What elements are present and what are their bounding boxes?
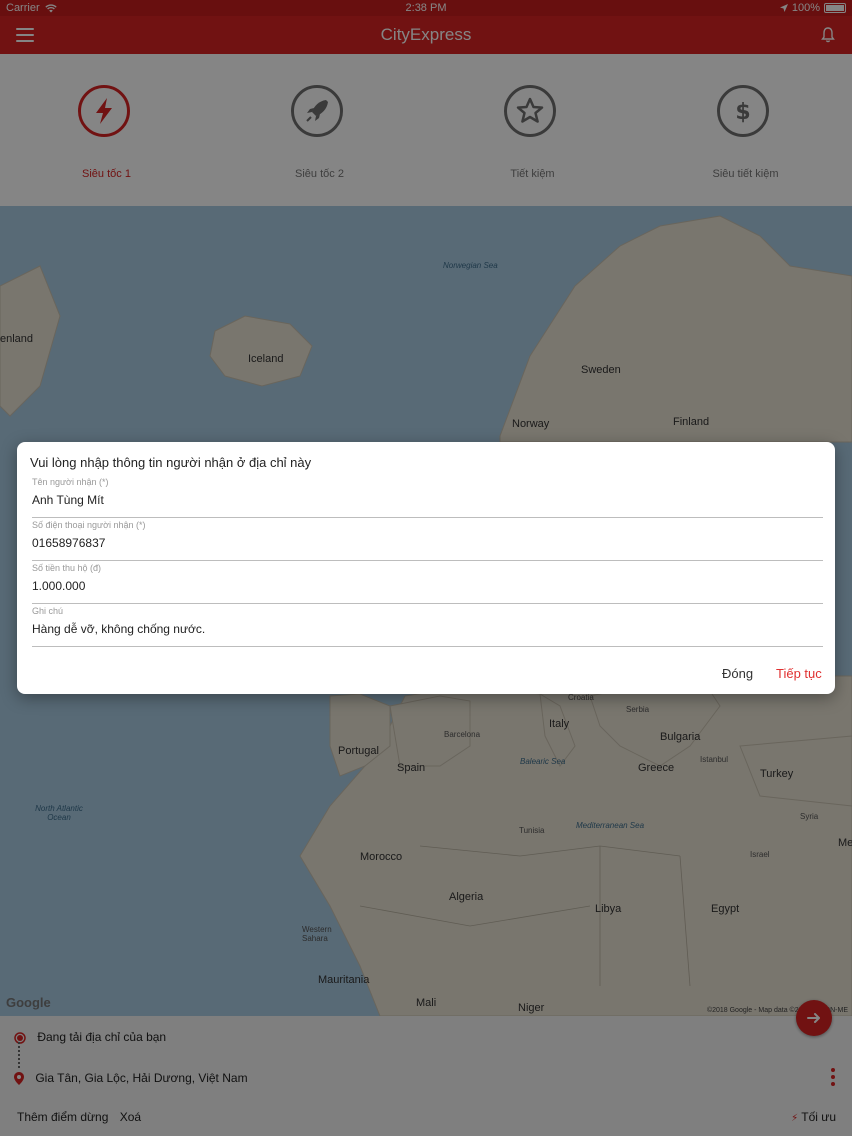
field-label: Số tiền thu hộ (đ) xyxy=(32,563,102,573)
close-button[interactable]: Đóng xyxy=(722,666,753,681)
field-underline xyxy=(32,517,823,518)
recipient-phone-field[interactable]: Số điện thoại người nhận (*) 01658976837 xyxy=(32,520,823,561)
field-label: Ghi chú xyxy=(32,606,64,616)
recipient-phone-input[interactable]: 01658976837 xyxy=(32,536,823,552)
field-label: Số điện thoại người nhận (*) xyxy=(32,520,146,530)
field-underline xyxy=(32,646,823,647)
cod-amount-input[interactable]: 1.000.000 xyxy=(32,579,823,595)
recipient-name-field[interactable]: Tên người nhận (*) Anh Tùng Mít xyxy=(32,477,823,518)
recipient-info-dialog: Vui lòng nhập thông tin người nhận ở địa… xyxy=(17,442,835,694)
recipient-name-input[interactable]: Anh Tùng Mít xyxy=(32,493,823,509)
note-input[interactable]: Hàng dễ vỡ, không chống nước. xyxy=(32,622,823,638)
field-underline xyxy=(32,560,823,561)
note-field[interactable]: Ghi chú Hàng dễ vỡ, không chống nước. xyxy=(32,606,823,647)
field-underline xyxy=(32,603,823,604)
continue-button[interactable]: Tiếp tục xyxy=(776,666,822,681)
dialog-title: Vui lòng nhập thông tin người nhận ở địa… xyxy=(30,455,312,470)
field-label: Tên người nhận (*) xyxy=(32,477,109,487)
cod-amount-field[interactable]: Số tiền thu hộ (đ) 1.000.000 xyxy=(32,563,823,604)
